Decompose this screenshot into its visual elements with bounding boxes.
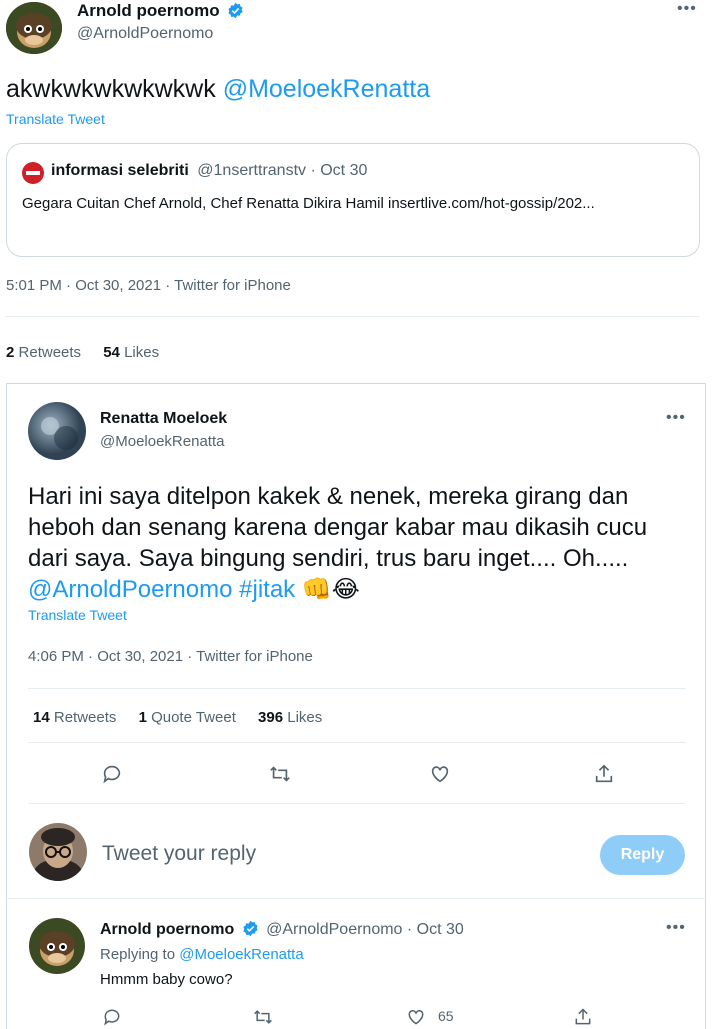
- divider: [28, 688, 686, 689]
- reply-like-count: 65: [438, 1008, 454, 1024]
- quoted-avatar: [22, 162, 44, 184]
- tweet-stats: 2 Retweets 54 Likes: [6, 344, 159, 361]
- embedded-tweet-text: Hari ini saya ditelpon kakek & nenek, me…: [28, 481, 668, 605]
- replying-mention[interactable]: @MoeloekRenatta: [179, 946, 303, 963]
- quoted-header: informasi selebriti @1nserttranstv · Oct…: [51, 162, 367, 180]
- embedded-stats: 14 Retweets 1 Quote Tweet 396 Likes: [33, 709, 322, 726]
- retweets-stat[interactable]: 14 Retweets: [33, 709, 116, 726]
- renatta-avatar[interactable]: [28, 402, 86, 460]
- author-handle[interactable]: @ArnoldPoernomo: [77, 25, 213, 43]
- translate-link[interactable]: Translate Tweet: [28, 607, 127, 623]
- retweet-icon[interactable]: [250, 1004, 276, 1029]
- like-icon[interactable]: [427, 761, 453, 787]
- reply-meta[interactable]: @ArnoldPoernomo · Oct 30: [266, 921, 464, 938]
- more-icon[interactable]: •••: [677, 0, 697, 18]
- more-icon[interactable]: •••: [666, 409, 686, 427]
- mention-link[interactable]: @MoeloekRenatta: [223, 75, 430, 103]
- replying-prefix: Replying to: [100, 946, 176, 963]
- emoji: 👊😂: [301, 576, 360, 603]
- renatta-handle[interactable]: @MoeloekRenatta: [100, 433, 224, 450]
- tweet-timestamp[interactable]: 5:01 PM · Oct 30, 2021 · Twitter for iPh…: [6, 277, 291, 294]
- divider: [6, 898, 706, 899]
- like-icon[interactable]: [403, 1004, 429, 1029]
- reply-author-avatar[interactable]: [29, 918, 85, 974]
- reply-input[interactable]: Tweet your reply: [102, 842, 256, 866]
- retweets-stat[interactable]: 2 Retweets: [6, 344, 81, 361]
- translate-link[interactable]: Translate Tweet: [6, 111, 105, 127]
- renatta-name[interactable]: Renatta Moeloek: [100, 410, 227, 428]
- author-name-row: Arnold poernomo: [77, 1, 244, 21]
- reply-author-name[interactable]: Arnold poernomo: [100, 921, 234, 938]
- reply-text: Hmmm baby cowo?: [100, 971, 233, 988]
- reply-icon[interactable]: [99, 1004, 125, 1029]
- more-icon[interactable]: •••: [666, 919, 686, 937]
- divider: [28, 803, 686, 804]
- tweet-text: akwkwkwkwkwkwk @MoeloekRenatta: [6, 75, 430, 104]
- reply-header: Arnold poernomo @ArnoldPoernomo · Oct 30: [100, 920, 464, 939]
- user-avatar[interactable]: [29, 823, 87, 881]
- quoted-meta: @1nserttranstv · Oct 30: [197, 162, 368, 179]
- verified-icon: [228, 2, 243, 19]
- share-icon[interactable]: [591, 761, 617, 787]
- divider: [28, 742, 686, 743]
- quote-tweets-stat[interactable]: 1 Quote Tweet: [139, 709, 236, 726]
- quoted-text: Gegara Cuitan Chef Arnold, Chef Renatta …: [22, 195, 595, 212]
- retweet-icon[interactable]: [267, 761, 293, 787]
- reply-icon[interactable]: [99, 761, 125, 787]
- divider: [6, 316, 700, 317]
- replying-to-line: Replying to @MoeloekRenatta: [100, 946, 304, 963]
- quoted-name: informasi selebriti: [51, 162, 189, 179]
- mention-link[interactable]: @ArnoldPoernomo: [28, 576, 232, 603]
- author-avatar[interactable]: [6, 2, 62, 54]
- author-name[interactable]: Arnold poernomo: [77, 1, 220, 20]
- share-icon[interactable]: [570, 1004, 596, 1029]
- reply-button[interactable]: Reply: [600, 835, 685, 875]
- likes-stat[interactable]: 396 Likes: [258, 709, 322, 726]
- embedded-text-plain: Hari ini saya ditelpon kakek & nenek, me…: [28, 483, 648, 572]
- tweet-text-plain: akwkwkwkwkwkwk: [6, 75, 216, 103]
- verified-icon: [243, 920, 258, 937]
- likes-stat[interactable]: 54 Likes: [103, 344, 159, 361]
- hashtag-link[interactable]: #jitak: [239, 576, 295, 603]
- embedded-timestamp[interactable]: 4:06 PM · Oct 30, 2021 · Twitter for iPh…: [28, 648, 313, 665]
